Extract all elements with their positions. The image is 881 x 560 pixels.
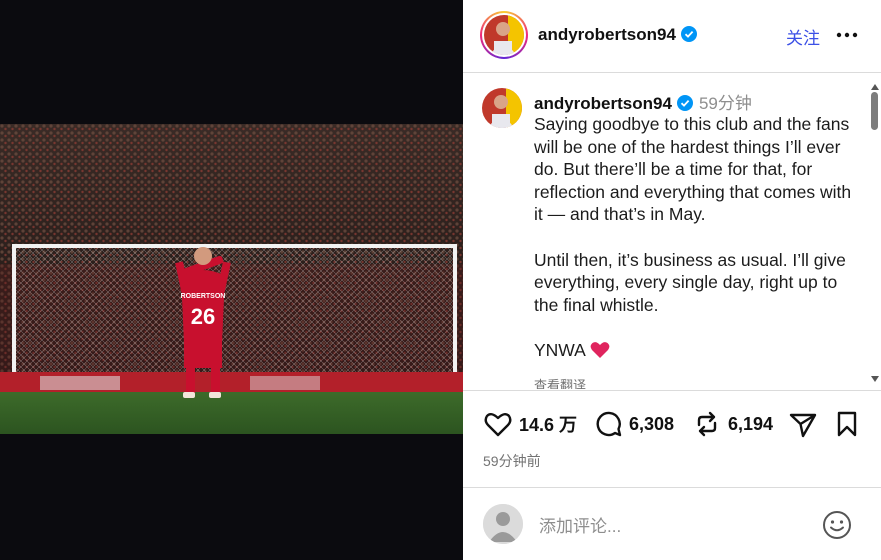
- verified-badge-icon: [676, 95, 693, 111]
- comment-input[interactable]: 添加评论...: [539, 512, 621, 537]
- repost-count: 6,194: [728, 413, 774, 434]
- jersey-number: 26: [191, 304, 215, 329]
- bookmark-icon: [837, 411, 857, 437]
- post-header: andyrobertson94 关注: [463, 0, 881, 73]
- posted-time[interactable]: 59分钟前: [483, 451, 541, 471]
- like-button[interactable]: 14.6 万: [483, 409, 577, 439]
- caption-header: andyrobertson94 59分钟: [534, 89, 752, 114]
- post-photo[interactable]: ROBERTSON 26: [0, 124, 463, 434]
- share-send-icon: [789, 413, 817, 438]
- caption-scrollbar[interactable]: [868, 74, 881, 389]
- author-username[interactable]: andyrobertson94: [538, 25, 697, 45]
- verified-badge-icon: [680, 26, 697, 42]
- comment-count: 6,308: [629, 413, 675, 434]
- caption-username[interactable]: andyrobertson94: [534, 94, 672, 113]
- comment-composer: 添加评论...: [463, 487, 881, 560]
- like-count: 14.6 万: [519, 415, 578, 435]
- red-heart-emoji-icon: [590, 342, 610, 358]
- header-username-text[interactable]: andyrobertson94: [538, 25, 676, 44]
- stadium-photo: ROBERTSON 26: [0, 124, 463, 434]
- default-avatar-icon: [483, 504, 523, 544]
- share-button[interactable]: [788, 409, 818, 439]
- scroll-down-arrow-icon[interactable]: [871, 376, 879, 382]
- more-options-icon[interactable]: [835, 24, 859, 46]
- heart-icon: [484, 412, 512, 437]
- comment-button[interactable]: 6,308: [593, 409, 674, 439]
- see-translation-link[interactable]: 查看翻译: [534, 375, 586, 389]
- caption-time: 59分钟: [698, 94, 752, 113]
- repost-button[interactable]: 6,194: [692, 409, 773, 439]
- caption-section: andyrobertson94 59分钟 Saying goodbye to th…: [463, 74, 881, 389]
- comment-bubble-icon: [596, 411, 622, 437]
- caption-avatar[interactable]: [482, 88, 522, 128]
- caption-signoff: YNWA: [534, 339, 586, 360]
- follow-button[interactable]: 关注: [786, 24, 820, 49]
- post-side-panel: andyrobertson94 关注 andyrobertson94 59分钟: [463, 0, 881, 560]
- post-viewer: ROBERTSON 26 andyrobertson94 关注 andyrobe…: [0, 0, 881, 560]
- author-avatar[interactable]: [480, 11, 528, 59]
- repost-icon: [697, 411, 717, 437]
- caption-paragraph-2: Until then, it’s business as usual. I’ll…: [534, 249, 851, 315]
- emoji-smile-icon[interactable]: [821, 509, 853, 541]
- caption-text: Saying goodbye to this club and the fans…: [534, 113, 854, 362]
- media-panel: ROBERTSON 26: [0, 0, 463, 560]
- jersey-name: ROBERTSON: [181, 293, 226, 300]
- scroll-thumb[interactable]: [871, 92, 878, 130]
- scroll-up-arrow-icon[interactable]: [871, 84, 879, 90]
- current-user-avatar: [483, 504, 523, 544]
- save-button[interactable]: [832, 409, 862, 439]
- caption-paragraph-1: Saying goodbye to this club and the fans…: [534, 114, 856, 225]
